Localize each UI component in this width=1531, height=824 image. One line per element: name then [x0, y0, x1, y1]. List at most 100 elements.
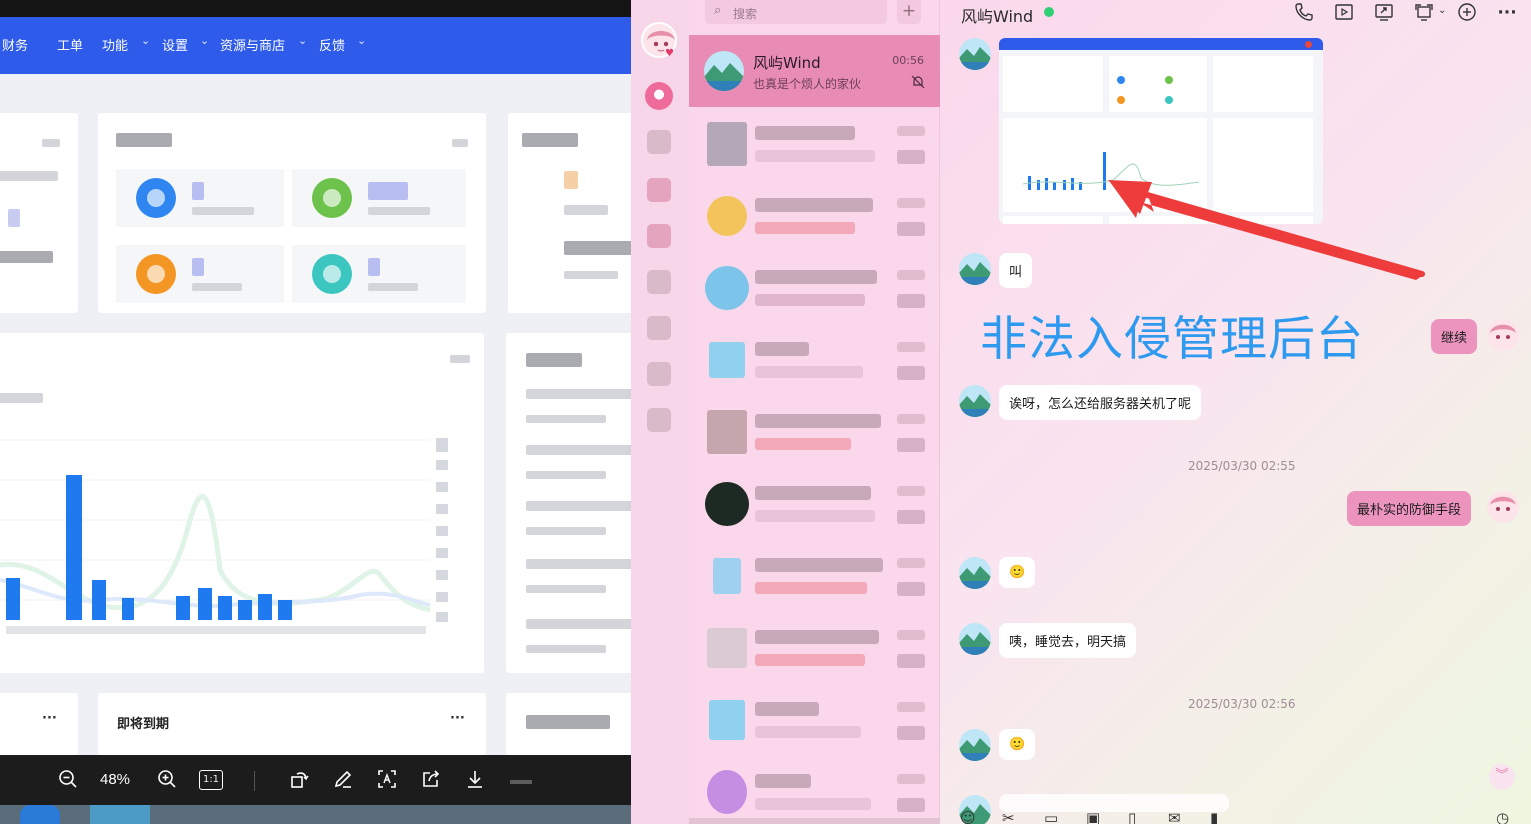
- nav-item-tickets[interactable]: 工单: [57, 35, 83, 54]
- app-sidebar-rail: ♥ ●: [631, 0, 689, 824]
- zoom-in-icon[interactable]: [156, 769, 178, 791]
- avatar[interactable]: [959, 729, 991, 761]
- conversation-item-active[interactable]: 风屿Wind 也真是个烦人的家伙 00:56: [689, 35, 940, 107]
- conversation-item[interactable]: [689, 612, 940, 684]
- stat-circle-icon: [136, 178, 176, 218]
- screen-share-icon[interactable]: [1373, 2, 1395, 24]
- image-icon[interactable]: ▣: [1086, 809, 1100, 824]
- conversation-list: ⌕ 搜索 + 风屿Wind 也真是个烦人的家伙 00:56: [689, 0, 940, 824]
- nav-item-resources-store[interactable]: 资源与商店: [220, 35, 285, 54]
- toolbar-more-handle[interactable]: [510, 780, 532, 784]
- mail-icon[interactable]: ✉: [1168, 809, 1181, 824]
- dashboard-log-card: [506, 333, 631, 673]
- add-circle-icon[interactable]: [1456, 2, 1478, 24]
- card-title-expiring: 即将到期: [117, 717, 170, 732]
- avatar[interactable]: [959, 38, 991, 70]
- more-apps-icon[interactable]: [647, 408, 671, 432]
- conversation-time: 00:56: [892, 54, 924, 67]
- message-bubble[interactable]: 诶呀，怎么还给服务器关机了呢: [999, 385, 1202, 420]
- avatar[interactable]: [959, 385, 991, 417]
- conversation-item[interactable]: [689, 540, 940, 612]
- remote-desktop-icon[interactable]: [1413, 2, 1435, 24]
- chevron-down-icon[interactable]: ⌄: [1438, 5, 1446, 16]
- avatar[interactable]: [959, 253, 991, 285]
- add-button[interactable]: +: [897, 0, 921, 24]
- message-bubble-emoji[interactable]: 🙂: [999, 729, 1036, 760]
- conversation-item[interactable]: [689, 684, 940, 756]
- conversation-item[interactable]: [689, 468, 940, 540]
- rotate-icon[interactable]: [288, 769, 310, 791]
- nav-item-finance[interactable]: 财务: [2, 35, 28, 54]
- dashboard-card-todo: [98, 113, 486, 313]
- conversation-item[interactable]: [689, 756, 940, 824]
- contacts-icon[interactable]: [647, 130, 671, 154]
- conversation-item[interactable]: [689, 180, 940, 252]
- ocr-icon[interactable]: [376, 769, 398, 791]
- avatar[interactable]: [959, 623, 991, 655]
- conversation-item[interactable]: [689, 396, 940, 468]
- message-timestamp: 2025/03/30 02:56: [1188, 697, 1296, 711]
- shared-screenshot-image[interactable]: [999, 38, 1323, 224]
- image-viewer: 财务 工单 功能 ⌄ 设置 ⌄ 资源与商店 ⌄ 反馈 ⌄ ··· 即将到期 ··…: [0, 0, 631, 824]
- dashboard-card-partial: [0, 113, 78, 313]
- nav-item-features[interactable]: 功能: [102, 35, 128, 54]
- nav-item-feedback[interactable]: 反馈: [319, 35, 345, 54]
- message-bubble-self[interactable]: 继续: [1431, 319, 1478, 354]
- message-bubble[interactable]: 咦，睡觉去，明天搞: [999, 623, 1137, 658]
- conversation-item[interactable]: [689, 108, 940, 180]
- message-bubble[interactable]: 叫: [999, 253, 1033, 288]
- games-icon[interactable]: [647, 316, 671, 340]
- download-icon[interactable]: [464, 769, 486, 791]
- self-avatar[interactable]: [1487, 491, 1519, 523]
- mic-icon[interactable]: ▮: [1210, 809, 1218, 824]
- stat-circle-icon: [312, 178, 352, 218]
- avatar: [704, 51, 744, 91]
- more-icon[interactable]: ···: [42, 711, 57, 726]
- more-icon[interactable]: ···: [450, 711, 465, 726]
- message-bubble-self[interactable]: 最朴实的防御手段: [1347, 491, 1472, 526]
- annotation-caption: 非法入侵管理后台: [980, 312, 1364, 367]
- conversation-preview: 也真是个烦人的家伙: [753, 77, 862, 91]
- admin-navbar: 财务 工单 功能 ⌄ 设置 ⌄ 资源与商店 ⌄ 反馈 ⌄: [0, 17, 631, 74]
- more-icon[interactable]: ···: [1496, 2, 1518, 24]
- online-status-dot: [1044, 7, 1054, 17]
- conversation-name: 风屿Wind: [753, 54, 821, 72]
- list-scrollbar[interactable]: [689, 818, 940, 824]
- phone-icon[interactable]: [1293, 2, 1315, 24]
- toolbar-divider: [254, 771, 255, 791]
- dashboard-card-income: [508, 113, 631, 313]
- dashboard-card-expiring: 即将到期 ···: [98, 693, 486, 755]
- stat-circle-icon: [136, 254, 176, 294]
- avatar[interactable]: [959, 557, 991, 589]
- message-timestamp: 2025/03/30 02:55: [1188, 459, 1296, 473]
- message-bubble-emoji[interactable]: 🙂: [999, 557, 1036, 588]
- share-icon[interactable]: [420, 769, 442, 791]
- chevron-down-icon: ⌄: [200, 34, 210, 47]
- conversation-item[interactable]: [689, 252, 940, 324]
- actual-size-button[interactable]: 1:1: [199, 770, 223, 790]
- nav-item-settings[interactable]: 设置: [162, 35, 188, 54]
- stat-circle-icon: [312, 254, 352, 294]
- folder-icon[interactable]: ▭: [1044, 809, 1058, 824]
- apps-icon[interactable]: [647, 362, 671, 386]
- space-icon[interactable]: [647, 224, 671, 248]
- search-icon: ⌕: [714, 3, 722, 18]
- zoom-out-icon[interactable]: [57, 769, 79, 791]
- shake-icon[interactable]: ▯: [1128, 809, 1136, 824]
- self-avatar[interactable]: [1487, 319, 1519, 351]
- favorites-icon[interactable]: [647, 178, 671, 202]
- search-input[interactable]: ⌕ 搜索: [705, 0, 887, 24]
- video-icon[interactable]: [1333, 2, 1355, 24]
- history-icon[interactable]: ◷: [1496, 809, 1509, 824]
- x-axis-ticks: [6, 626, 426, 634]
- conversation-item[interactable]: [689, 324, 940, 396]
- bell-off-icon: [911, 75, 925, 93]
- edit-icon[interactable]: [332, 769, 354, 791]
- chevron-down-icon: ⌄: [298, 34, 308, 47]
- emoji-icon[interactable]: ☺: [960, 809, 976, 824]
- chat-bubble-icon[interactable]: ●: [645, 82, 673, 110]
- scissors-icon[interactable]: ✂: [1002, 809, 1015, 824]
- double-chevron-down-icon[interactable]: ︾: [1489, 764, 1515, 790]
- heart-status-icon: ♥: [665, 48, 674, 59]
- files-icon[interactable]: [647, 270, 671, 294]
